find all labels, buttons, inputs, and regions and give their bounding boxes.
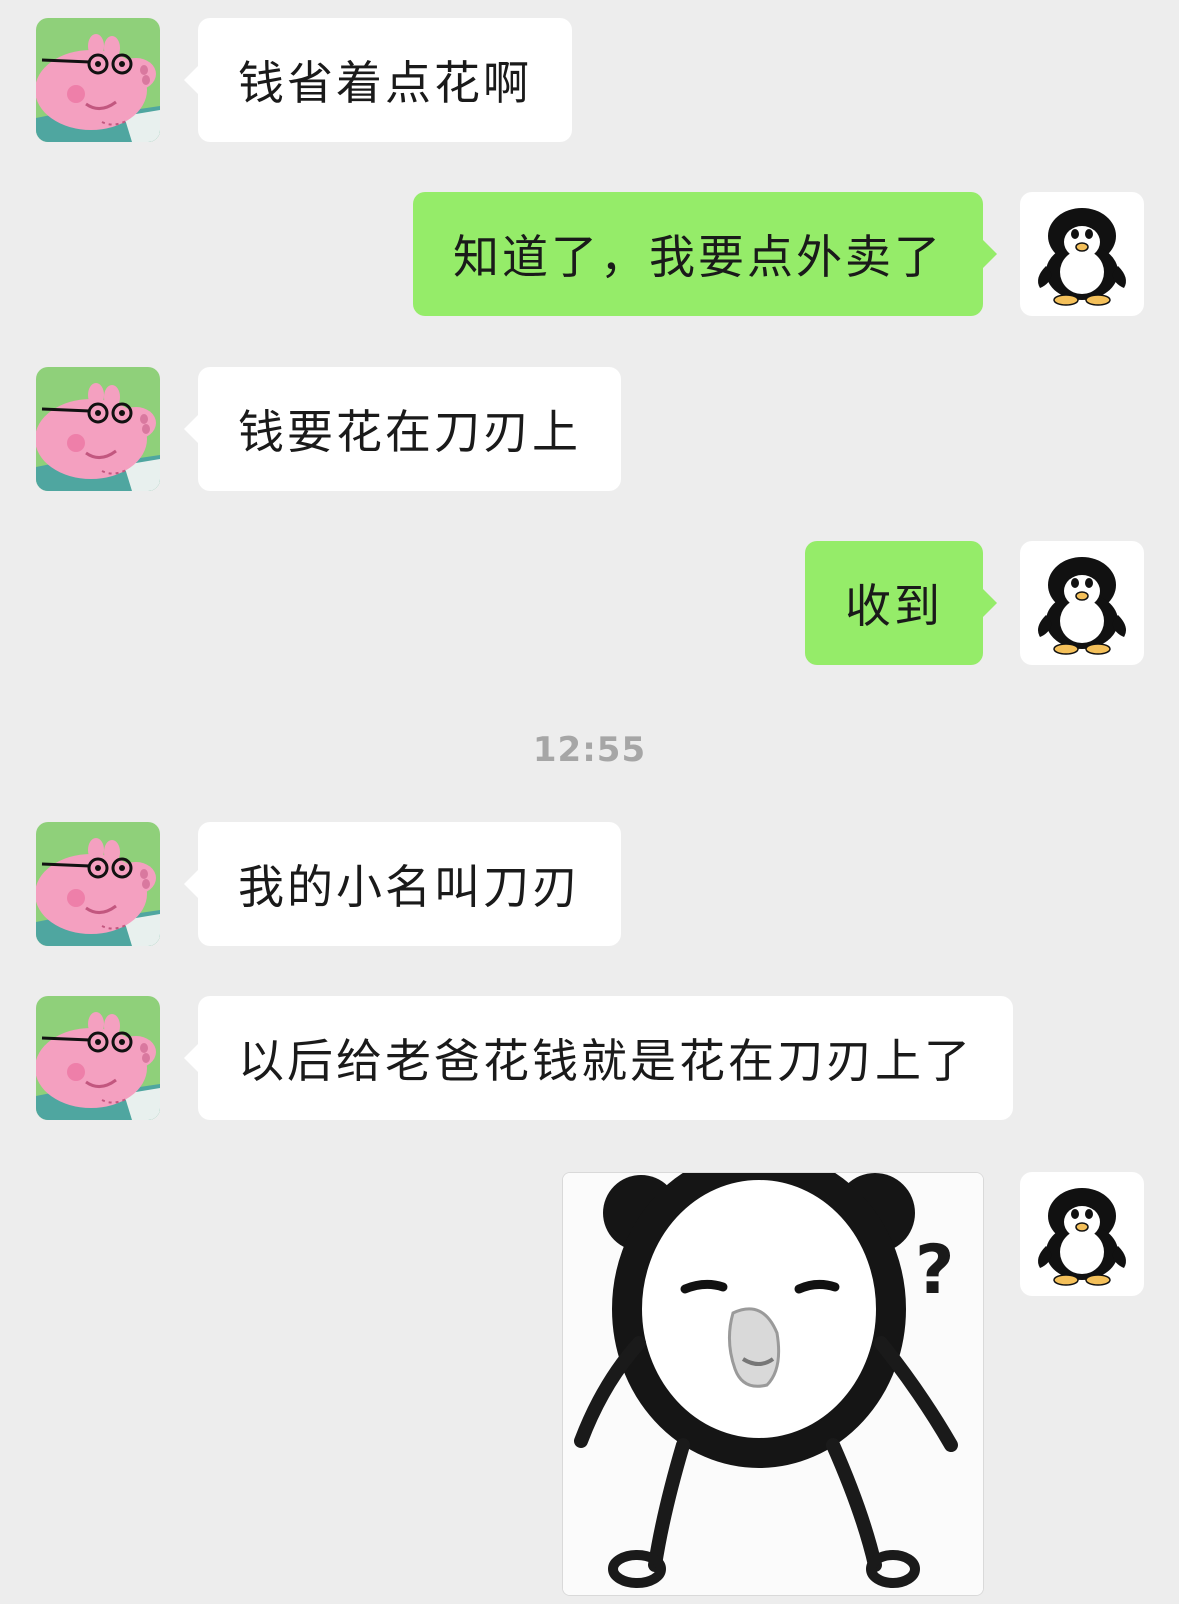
message-text: 知道了，我要点外卖了 bbox=[453, 230, 943, 284]
incoming-message-bubble[interactable]: 钱要花在刀刃上 bbox=[184, 367, 621, 491]
pig-dad-avatar-icon[interactable] bbox=[36, 18, 160, 142]
penguin-avatar-icon[interactable] bbox=[1020, 192, 1144, 316]
incoming-message-bubble[interactable]: 我的小名叫刀刃 bbox=[184, 822, 621, 946]
outgoing-message-bubble[interactable]: 知道了，我要点外卖了 bbox=[413, 192, 997, 316]
penguin-avatar-icon[interactable] bbox=[1020, 541, 1144, 665]
message-text: 钱省着点花啊 bbox=[238, 56, 532, 110]
message-text: 以后给老爸花钱就是花在刀刃上了 bbox=[238, 1034, 973, 1088]
pig-dad-avatar-icon[interactable] bbox=[36, 996, 160, 1120]
pig-dad-avatar-icon[interactable] bbox=[36, 367, 160, 491]
message-text: 我的小名叫刀刃 bbox=[238, 860, 581, 914]
pig-dad-avatar-icon[interactable] bbox=[36, 822, 160, 946]
incoming-message-bubble[interactable]: 钱省着点花啊 bbox=[184, 18, 572, 142]
penguin-avatar-icon[interactable] bbox=[1020, 1172, 1144, 1296]
sticker-question-mark: ? bbox=[915, 1231, 954, 1310]
confused-panda-sticker[interactable]: ? bbox=[562, 1172, 984, 1596]
message-text: 钱要花在刀刃上 bbox=[238, 405, 581, 459]
message-timestamp: 12:55 bbox=[532, 730, 647, 770]
incoming-message-bubble[interactable]: 以后给老爸花钱就是花在刀刃上了 bbox=[184, 996, 1013, 1120]
message-text: 收到 bbox=[845, 579, 943, 633]
outgoing-message-bubble[interactable]: 收到 bbox=[805, 541, 997, 665]
